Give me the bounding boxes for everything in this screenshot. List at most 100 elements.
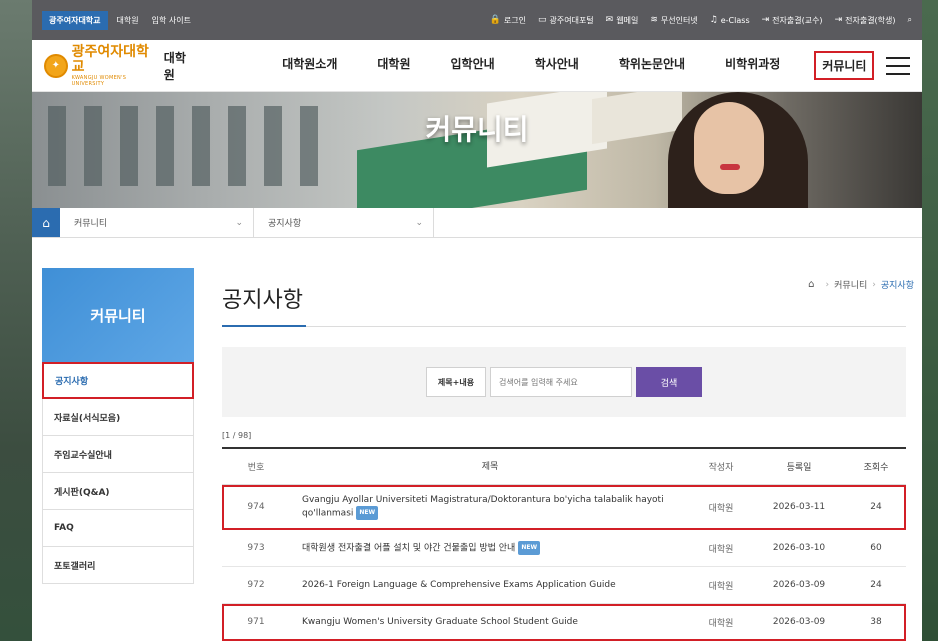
row-views: 24 bbox=[870, 580, 882, 590]
page-title: 공지사항 bbox=[222, 288, 303, 313]
table-header: 번호 제목 작성자 등록일 조회수 bbox=[222, 447, 906, 485]
university-seal-icon: ✦ bbox=[44, 53, 68, 78]
webmail-link[interactable]: ✉ 웹메일 bbox=[606, 15, 639, 26]
home-icon[interactable]: ⌂ bbox=[808, 279, 814, 290]
login-icon: ⇥ bbox=[761, 15, 770, 25]
lock-icon: 🔒 bbox=[489, 15, 501, 25]
nav-item-graduate[interactable]: 대학원 bbox=[371, 51, 416, 80]
hero-title: 커뮤니티 bbox=[425, 113, 529, 146]
row-title-link[interactable]: Gvangju Ayollar Universiteti Magistratur… bbox=[290, 494, 690, 520]
table-row[interactable]: 974 Gvangju Ayollar Universiteti Magistr… bbox=[222, 485, 906, 530]
row-author: 대학원 bbox=[708, 503, 734, 514]
eclass-icon: ♫ bbox=[709, 15, 718, 25]
main-content: 공지사항 ⌂ › 커뮤니티 › 공지사항 제목+내용 검색 [1 / 98] 번… bbox=[222, 268, 914, 641]
attendance-student-label: 전자출결(학생) bbox=[845, 15, 896, 25]
sidebar-item-notice[interactable]: 공지사항 bbox=[42, 362, 194, 399]
site-header: ✦ 광주여자대학교 KWANGJU WOMEN'S UNIVERSITY 대학원… bbox=[32, 40, 922, 92]
search-input[interactable] bbox=[490, 367, 632, 397]
wifi-label: 무선인터넷 bbox=[660, 15, 698, 25]
row-date: 2026-03-10 bbox=[772, 543, 826, 553]
nav-item-non-degree[interactable]: 비학위과정 bbox=[719, 51, 786, 80]
new-badge: NEW bbox=[356, 506, 379, 520]
header-author: 작성자 bbox=[708, 463, 734, 473]
side-nav: 커뮤니티 공지사항 자료실(서식모음) 주임교수실안내 게시판(Q&A) FAQ… bbox=[42, 268, 194, 584]
nav-item-admission[interactable]: 입학안내 bbox=[445, 51, 501, 80]
search-category-select[interactable]: 제목+내용 bbox=[426, 367, 486, 397]
logo-subtitle: 대학원 bbox=[163, 50, 186, 82]
header-views: 조회수 bbox=[863, 463, 889, 473]
row-title-link[interactable]: 대학원생 전자출결 어플 설치 및 야간 건물출입 방법 안내 NEW bbox=[290, 541, 690, 555]
row-number: 971 bbox=[247, 617, 265, 627]
page-count: [1 / 98] bbox=[222, 431, 252, 440]
new-badge: NEW bbox=[518, 541, 541, 555]
hamburger-menu-icon[interactable] bbox=[886, 56, 910, 75]
chevron-down-icon: ⌄ bbox=[415, 217, 423, 228]
row-title: 2026-1 Foreign Language & Comprehensive … bbox=[302, 580, 616, 590]
row-author: 대학원 bbox=[708, 618, 734, 629]
mail-icon: ✉ bbox=[605, 15, 614, 25]
attendance-professor-label: 전자출결(교수) bbox=[772, 15, 823, 25]
side-nav-title: 커뮤니티 bbox=[42, 268, 194, 362]
sidebar-item-faq[interactable]: FAQ bbox=[42, 510, 194, 547]
row-views: 24 bbox=[870, 502, 882, 512]
header-number: 번호 bbox=[247, 463, 265, 473]
breadcrumb-bar: ⌂ 커뮤니티 ⌄ 공지사항 ⌄ bbox=[32, 208, 922, 238]
attendance-professor-link[interactable]: ⇥ 전자출결(교수) bbox=[762, 15, 823, 26]
row-title: Kwangju Women's University Graduate Scho… bbox=[302, 617, 578, 627]
sidebar-item-qna[interactable]: 게시판(Q&A) bbox=[42, 473, 194, 510]
utility-bar: 광주여자대학교 대학원 입학 사이트 🔒 로그인 ▭ 광주여대포털 ✉ 웹메일 ≋ 무선… bbox=[32, 0, 922, 40]
nav-item-thesis[interactable]: 학위논문안내 bbox=[613, 51, 691, 80]
browser-page: 광주여자대학교 대학원 입학 사이트 🔒 로그인 ▭ 광주여대포털 ✉ 웹메일 ≋ 무선… bbox=[32, 0, 922, 641]
header-title: 제목 bbox=[481, 461, 499, 472]
row-author: 대학원 bbox=[708, 544, 734, 555]
home-icon[interactable]: ⌂ bbox=[32, 208, 60, 237]
row-number: 973 bbox=[247, 543, 265, 553]
table-row[interactable]: 971 Kwangju Women's University Graduate … bbox=[222, 604, 906, 641]
search-box: 제목+내용 검색 bbox=[222, 347, 906, 417]
utility-links: 🔒 로그인 ▭ 광주여대포털 ✉ 웹메일 ≋ 무선인터넷 ♫ e-Class ⇥ 전자출결(… bbox=[478, 15, 912, 26]
row-date: 2026-03-11 bbox=[772, 502, 826, 512]
logo-korean: 광주여자대학교 bbox=[71, 43, 149, 75]
nav-item-community[interactable]: 커뮤니티 bbox=[814, 51, 875, 80]
content-area: 커뮤니티 공지사항 자료실(서식모음) 주임교수실안내 게시판(Q&A) FAQ… bbox=[32, 238, 922, 641]
logo-english: KWANGJU WOMEN'S UNIVERSITY bbox=[71, 74, 127, 87]
row-title-link[interactable]: 2026-1 Foreign Language & Comprehensive … bbox=[290, 579, 690, 591]
logo[interactable]: ✦ 광주여자대학교 KWANGJU WOMEN'S UNIVERSITY 대학원 bbox=[44, 43, 196, 87]
row-title-link[interactable]: Kwangju Women's University Graduate Scho… bbox=[290, 616, 690, 628]
search-icon[interactable]: ⌕ bbox=[908, 15, 912, 25]
portal-link[interactable]: ▭ 광주여대포털 bbox=[538, 15, 594, 26]
table-row[interactable]: 972 2026-1 Foreign Language & Comprehens… bbox=[222, 567, 906, 604]
row-views: 38 bbox=[870, 617, 882, 627]
path-item-community[interactable]: 커뮤니티 bbox=[834, 278, 867, 291]
nav-item-academic[interactable]: 학사안내 bbox=[529, 51, 585, 80]
wifi-link[interactable]: ≋ 무선인터넷 bbox=[650, 15, 697, 26]
monitor-icon: ▭ bbox=[537, 15, 547, 25]
location-path: ⌂ › 커뮤니티 › 공지사항 bbox=[808, 278, 914, 291]
login-link[interactable]: 🔒 로그인 bbox=[490, 15, 526, 26]
row-date: 2026-03-09 bbox=[772, 580, 826, 590]
login-icon: ⇥ bbox=[834, 15, 843, 25]
path-separator: › bbox=[872, 279, 876, 290]
site-link-university[interactable]: 광주여자대학교 bbox=[42, 10, 108, 30]
row-author: 대학원 bbox=[708, 581, 734, 592]
portal-label: 광주여대포털 bbox=[549, 15, 594, 25]
breadcrumb-level2-label: 공지사항 bbox=[268, 219, 302, 229]
attendance-student-link[interactable]: ⇥ 전자출결(학생) bbox=[835, 15, 896, 26]
sidebar-item-resources[interactable]: 자료실(서식모음) bbox=[42, 399, 194, 436]
sidebar-item-professors[interactable]: 주임교수실안내 bbox=[42, 436, 194, 473]
nav-item-about[interactable]: 대학원소개 bbox=[276, 51, 343, 80]
path-item-current: 공지사항 bbox=[880, 281, 914, 291]
breadcrumb-select-level2[interactable]: 공지사항 ⌄ bbox=[254, 208, 434, 237]
row-number: 974 bbox=[247, 502, 265, 512]
path-separator: › bbox=[825, 279, 830, 290]
row-number: 972 bbox=[247, 580, 265, 590]
table-row[interactable]: 973 대학원생 전자출결 어플 설치 및 야간 건물출입 방법 안내 NEW 대… bbox=[222, 530, 906, 567]
title-underline bbox=[222, 325, 906, 327]
site-link-admission[interactable]: 입학 사이트 bbox=[152, 15, 191, 26]
site-link-graduate[interactable]: 대학원 bbox=[117, 15, 139, 26]
background-left bbox=[0, 0, 32, 641]
sidebar-item-gallery[interactable]: 포토갤러리 bbox=[42, 547, 194, 584]
eclass-link[interactable]: ♫ e-Class bbox=[710, 15, 750, 25]
search-button[interactable]: 검색 bbox=[636, 367, 702, 397]
breadcrumb-select-level1[interactable]: 커뮤니티 ⌄ bbox=[60, 208, 254, 237]
